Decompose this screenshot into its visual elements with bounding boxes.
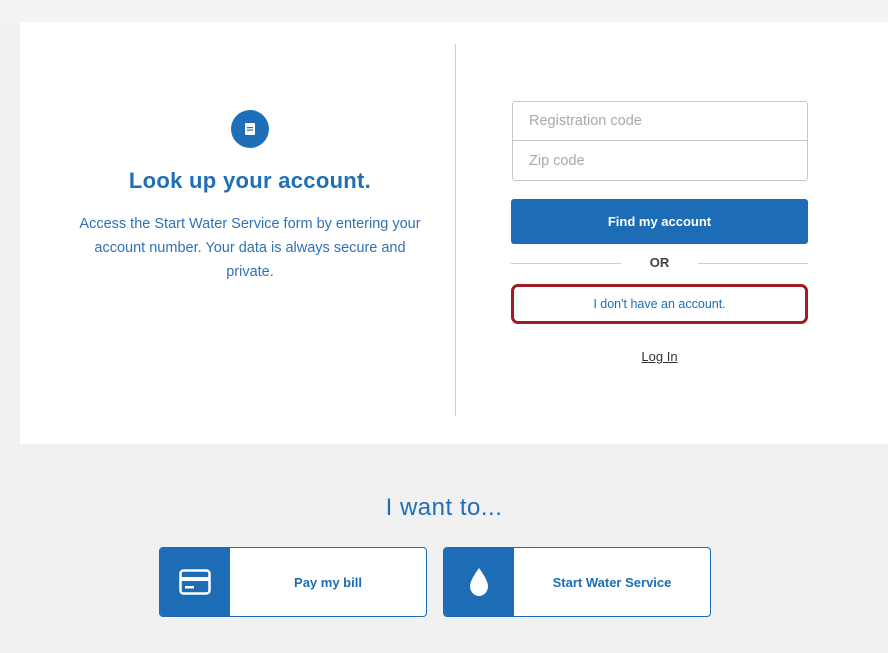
pay-bill-label: Pay my bill bbox=[294, 574, 362, 590]
start-water-service-label: Start Water Service bbox=[552, 574, 672, 590]
document-icon bbox=[231, 110, 269, 148]
vertical-divider bbox=[455, 44, 456, 416]
want-title: I want to... bbox=[385, 494, 503, 521]
account-form-box bbox=[512, 101, 808, 181]
zip-code-input[interactable] bbox=[513, 141, 807, 180]
or-line-right bbox=[698, 263, 808, 264]
or-separator: OR bbox=[511, 253, 808, 273]
no-account-button[interactable]: I don't have an account. bbox=[511, 284, 808, 324]
water-drop-icon bbox=[444, 548, 514, 616]
lookup-card: Look up your account. Access the Start W… bbox=[20, 22, 888, 444]
login-link[interactable]: Log In bbox=[511, 349, 808, 364]
lookup-description: Access the Start Water Service form by e… bbox=[79, 216, 421, 280]
top-strip bbox=[0, 0, 888, 22]
start-water-service-tile[interactable]: Start Water Service bbox=[443, 547, 711, 617]
registration-code-input[interactable] bbox=[513, 102, 807, 141]
lookup-title: Look up your account. bbox=[128, 168, 372, 193]
find-account-button[interactable]: Find my account bbox=[511, 199, 808, 244]
pay-bill-tile[interactable]: Pay my bill bbox=[159, 547, 427, 617]
credit-card-icon bbox=[160, 548, 230, 616]
